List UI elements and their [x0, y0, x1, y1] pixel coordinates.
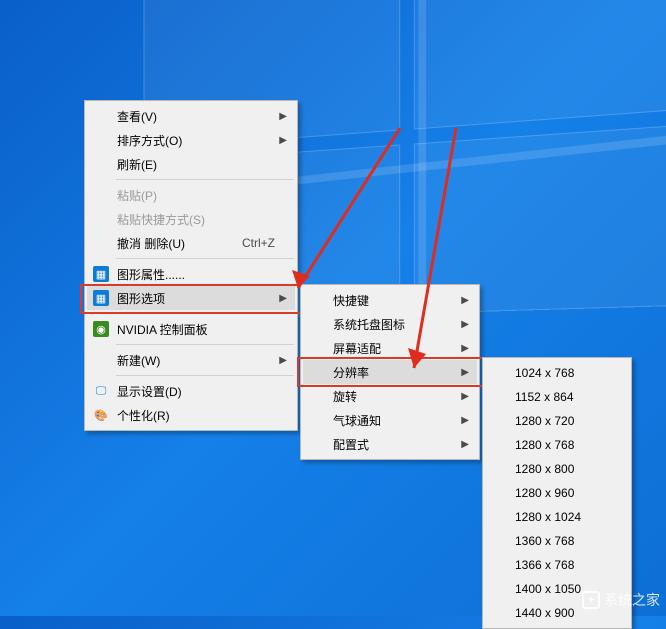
label: 1152 x 864 [515, 390, 574, 404]
menu-item-hotkeys[interactable]: 快捷键 ▶ [303, 288, 477, 312]
context-menu-resolution[interactable]: 1024 x 768 1152 x 864 1280 x 720 1280 x … [482, 357, 632, 629]
label: 查看(V) [117, 108, 157, 125]
submenu-arrow-icon: ▶ [279, 135, 287, 146]
separator [116, 313, 294, 314]
submenu-arrow-icon: ▶ [461, 391, 469, 402]
label: 图形选项 [117, 290, 165, 307]
separator [116, 375, 294, 376]
label: 1280 x 1024 [515, 510, 581, 524]
menu-item-res-1280x1024[interactable]: 1280 x 1024 [485, 505, 629, 529]
submenu-arrow-icon: ▶ [461, 439, 469, 450]
label: 1280 x 800 [515, 462, 574, 476]
menu-item-display-settings[interactable]: 🖵 显示设置(D) [87, 379, 295, 403]
label: 1280 x 720 [515, 414, 574, 428]
label: NVIDIA 控制面板 [117, 321, 208, 338]
shortcut-text: Ctrl+Z [212, 236, 275, 250]
label: 刷新(E) [117, 156, 157, 173]
menu-item-balloon-notify[interactable]: 气球通知 ▶ [303, 408, 477, 432]
menu-item-graphics-properties[interactable]: ▦ 图形属性...... [87, 262, 295, 286]
menu-item-res-1280x720[interactable]: 1280 x 720 [485, 409, 629, 433]
menu-item-screen-fit[interactable]: 屏幕适配 ▶ [303, 336, 477, 360]
menu-item-nvidia-panel[interactable]: ◉ NVIDIA 控制面板 [87, 317, 295, 341]
context-menu-graphics-options[interactable]: 快捷键 ▶ 系统托盘图标 ▶ 屏幕适配 ▶ 分辨率 ▶ 旋转 ▶ 气球通知 ▶ 配置式 ▶ [300, 284, 480, 460]
menu-item-res-1280x768[interactable]: 1280 x 768 [485, 433, 629, 457]
menu-item-paste-shortcut: 粘贴快捷方式(S) [87, 207, 295, 231]
label: 配置式 [333, 436, 369, 453]
menu-item-res-1360x768[interactable]: 1360 x 768 [485, 529, 629, 553]
menu-item-res-1366x768[interactable]: 1366 x 768 [485, 553, 629, 577]
label: 排序方式(O) [117, 132, 182, 149]
label: 显示设置(D) [117, 383, 182, 400]
menu-item-rotate[interactable]: 旋转 ▶ [303, 384, 477, 408]
separator [116, 179, 294, 180]
separator [116, 344, 294, 345]
menu-item-profile[interactable]: 配置式 ▶ [303, 432, 477, 456]
context-menu-main[interactable]: 查看(V) ▶ 排序方式(O) ▶ 刷新(E) 粘贴(P) 粘贴快捷方式(S) 撤消… [84, 100, 298, 431]
menu-item-tray-icon[interactable]: 系统托盘图标 ▶ [303, 312, 477, 336]
label: 快捷键 [333, 292, 369, 309]
label: 个性化(R) [117, 407, 170, 424]
nvidia-icon: ◉ [93, 321, 109, 337]
menu-item-res-1280x800[interactable]: 1280 x 800 [485, 457, 629, 481]
menu-item-res-1024x768[interactable]: 1024 x 768 [485, 361, 629, 385]
label: 1366 x 768 [515, 558, 574, 572]
display-icon: 🖵 [93, 383, 109, 399]
label: 粘贴快捷方式(S) [117, 211, 205, 228]
label: 旋转 [333, 388, 357, 405]
submenu-arrow-icon: ▶ [461, 415, 469, 426]
intel-graphics-icon: ▦ [93, 290, 109, 306]
label: 1440 x 900 [515, 606, 574, 620]
label: 1280 x 960 [515, 486, 574, 500]
submenu-arrow-icon: ▶ [279, 293, 287, 304]
label: 粘贴(P) [117, 187, 157, 204]
submenu-arrow-icon: ▶ [461, 295, 469, 306]
submenu-arrow-icon: ▶ [461, 343, 469, 354]
menu-item-new[interactable]: 新建(W) ▶ [87, 348, 295, 372]
separator [116, 258, 294, 259]
watermark: ✦ 系统之家 [582, 590, 660, 610]
menu-item-sort[interactable]: 排序方式(O) ▶ [87, 128, 295, 152]
menu-item-graphics-options[interactable]: ▦ 图形选项 ▶ [87, 286, 295, 310]
menu-item-paste: 粘贴(P) [87, 183, 295, 207]
watermark-icon: ✦ [582, 591, 600, 609]
menu-item-res-1152x864[interactable]: 1152 x 864 [485, 385, 629, 409]
label: 新建(W) [117, 352, 160, 369]
menu-item-personalize[interactable]: 🎨 个性化(R) [87, 403, 295, 427]
menu-item-resolution[interactable]: 分辨率 ▶ [303, 360, 477, 384]
label: 1024 x 768 [515, 366, 574, 380]
submenu-arrow-icon: ▶ [461, 367, 469, 378]
label: 系统托盘图标 [333, 316, 405, 333]
submenu-arrow-icon: ▶ [279, 111, 287, 122]
menu-item-refresh[interactable]: 刷新(E) [87, 152, 295, 176]
label: 分辨率 [333, 364, 369, 381]
label: 1280 x 768 [515, 438, 574, 452]
label: 气球通知 [333, 412, 381, 429]
label: 1400 x 1050 [515, 582, 581, 596]
submenu-arrow-icon: ▶ [279, 355, 287, 366]
submenu-arrow-icon: ▶ [461, 319, 469, 330]
label: 撤消 删除(U) [117, 235, 185, 252]
intel-graphics-icon: ▦ [93, 266, 109, 282]
label: 屏幕适配 [333, 340, 381, 357]
label: 1360 x 768 [515, 534, 574, 548]
menu-item-undo-delete[interactable]: 撤消 删除(U) Ctrl+Z [87, 231, 295, 255]
personalize-icon: 🎨 [93, 407, 109, 423]
menu-item-view[interactable]: 查看(V) ▶ [87, 104, 295, 128]
watermark-text: 系统之家 [604, 590, 660, 610]
label: 图形属性...... [117, 266, 185, 283]
menu-item-res-1280x960[interactable]: 1280 x 960 [485, 481, 629, 505]
